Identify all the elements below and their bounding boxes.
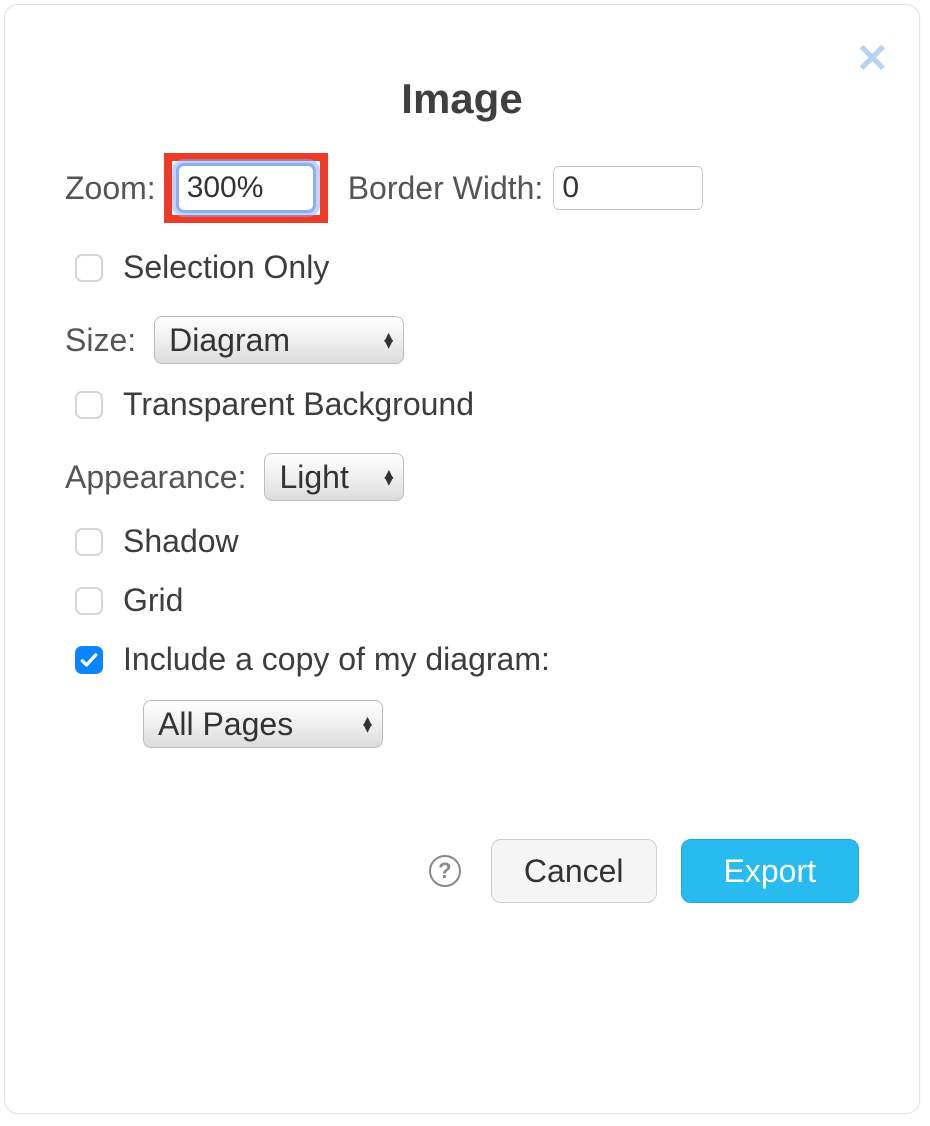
border-width-input[interactable] [553, 166, 703, 210]
zoom-input[interactable] [176, 163, 316, 213]
appearance-label: Appearance: [65, 459, 246, 496]
zoom-border-row: Zoom: Border Width: [65, 153, 859, 223]
zoom-label: Zoom: [65, 170, 156, 207]
selection-only-row: Selection Only [65, 249, 859, 286]
help-icon[interactable]: ? [429, 855, 461, 887]
appearance-select[interactable]: Light ▴▾ [264, 453, 404, 501]
updown-arrows-icon: ▴▾ [384, 333, 393, 347]
appearance-select-value: Light [279, 459, 348, 496]
transparent-bg-checkbox[interactable] [75, 391, 103, 419]
shadow-label: Shadow [123, 523, 239, 560]
size-label: Size: [65, 322, 136, 359]
transparent-bg-row: Transparent Background [65, 386, 859, 423]
dialog-title: Image [65, 75, 859, 123]
shadow-checkbox[interactable] [75, 528, 103, 556]
grid-label: Grid [123, 582, 183, 619]
selection-only-checkbox[interactable] [75, 254, 103, 282]
export-button[interactable]: Export [681, 839, 859, 903]
grid-row: Grid [65, 582, 859, 619]
include-copy-label: Include a copy of my diagram: [123, 641, 550, 678]
close-icon[interactable]: ✕ [855, 39, 889, 79]
include-scope-select[interactable]: All Pages ▴▾ [143, 700, 383, 748]
size-select-value: Diagram [169, 322, 290, 359]
include-scope-row: All Pages ▴▾ [115, 700, 859, 748]
shadow-row: Shadow [65, 523, 859, 560]
include-copy-checkbox[interactable] [75, 646, 103, 674]
include-scope-value: All Pages [158, 706, 293, 743]
transparent-bg-label: Transparent Background [123, 386, 474, 423]
selection-only-label: Selection Only [123, 249, 329, 286]
size-select[interactable]: Diagram ▴▾ [154, 316, 404, 364]
export-image-dialog: ✕ Image Zoom: Border Width: Selection On… [4, 4, 920, 1114]
updown-arrows-icon: ▴▾ [363, 717, 372, 731]
dialog-footer: ? Cancel Export [429, 839, 859, 903]
grid-checkbox[interactable] [75, 587, 103, 615]
size-row: Size: Diagram ▴▾ [65, 316, 859, 364]
updown-arrows-icon: ▴▾ [384, 470, 393, 484]
border-width-label: Border Width: [348, 170, 544, 207]
cancel-button[interactable]: Cancel [491, 839, 657, 903]
include-copy-row: Include a copy of my diagram: [65, 641, 859, 678]
appearance-row: Appearance: Light ▴▾ [65, 453, 859, 501]
zoom-highlight-box [164, 153, 328, 223]
